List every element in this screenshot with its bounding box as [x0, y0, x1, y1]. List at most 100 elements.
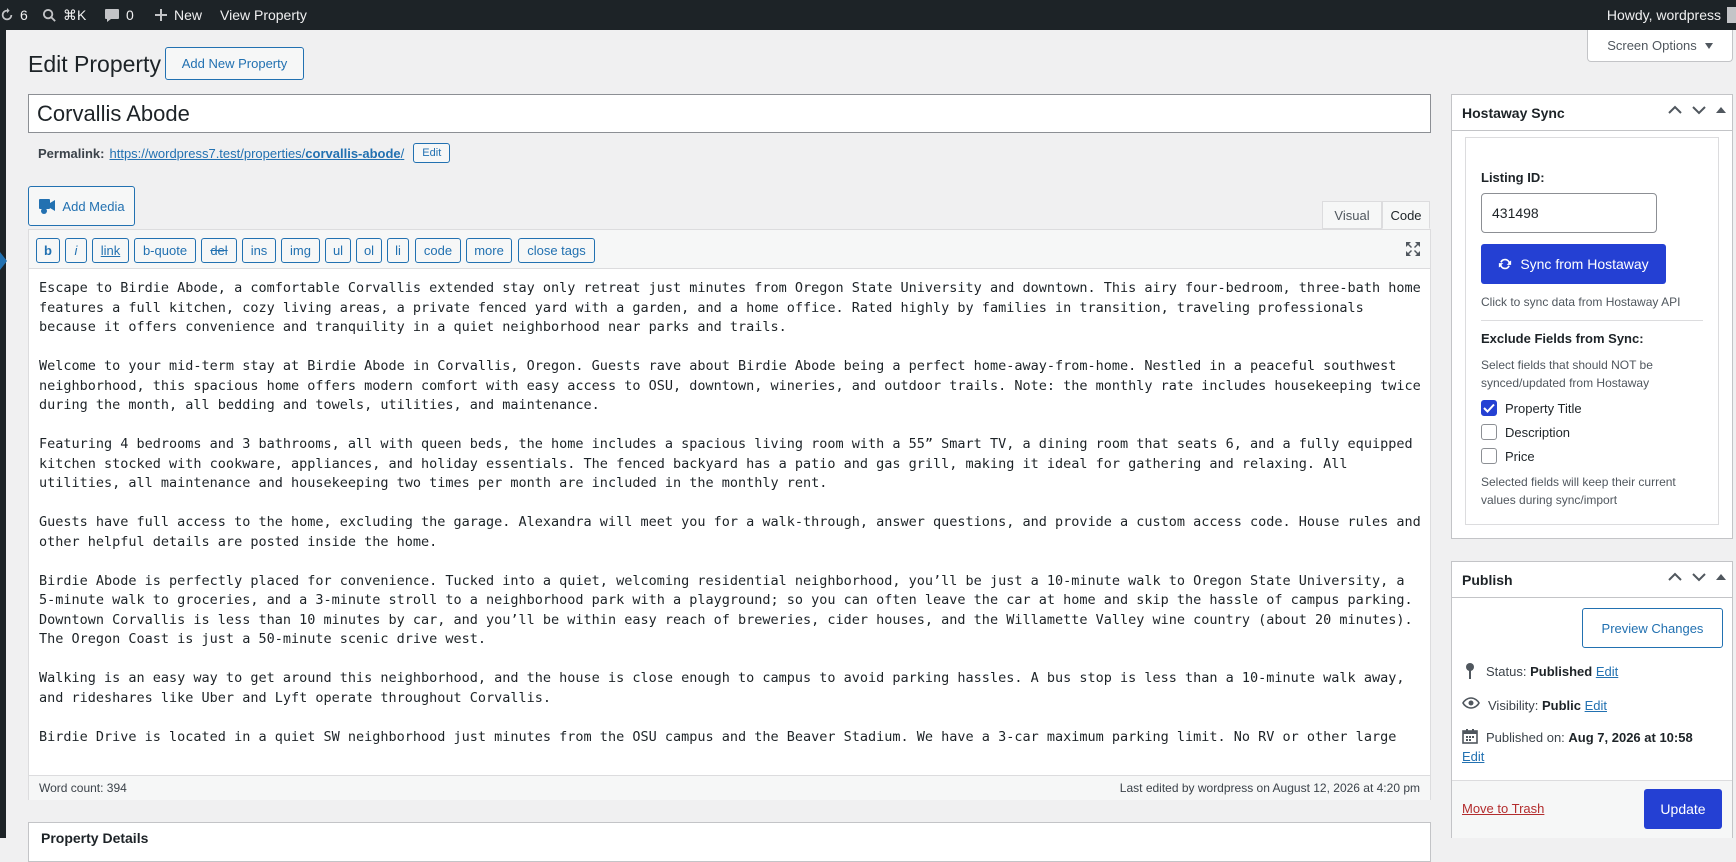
sync-button-label: Sync from Hostaway — [1520, 256, 1649, 272]
published-on-row: Published on: Aug 7, 2026 at 10:58 — [1462, 728, 1724, 747]
word-count: Word count: 394 — [39, 781, 127, 795]
content-paragraph: Escape to Birdie Abode, a comfortable Co… — [39, 280, 1421, 335]
permalink-label: Permalink: — [38, 145, 105, 161]
qt-ol-button[interactable]: ol — [356, 238, 382, 263]
toggle-panel-icon[interactable] — [1716, 573, 1726, 581]
sync-icon — [1499, 258, 1512, 270]
sync-footer-note: Selected fields will keep their current … — [1481, 475, 1676, 507]
published-label: Published on: — [1486, 730, 1565, 745]
listing-id-input[interactable]: 431498 — [1481, 193, 1657, 233]
my-account-item[interactable]: Howdy, wordpress — [1607, 0, 1736, 30]
move-down-icon[interactable] — [1692, 105, 1706, 115]
status-value: Published — [1530, 664, 1593, 679]
publish-box: Publish Preview Changes Status: Publishe… — [1451, 561, 1733, 838]
checkbox-unchecked[interactable] — [1481, 424, 1497, 440]
qt-close-tags-button[interactable]: close tags — [518, 238, 595, 263]
move-down-icon[interactable] — [1692, 572, 1706, 582]
toggle-panel-icon[interactable] — [1716, 106, 1726, 114]
content-paragraph: Guests have full access to the home, exc… — [39, 514, 1421, 550]
media-icon — [39, 199, 56, 214]
qt-blockquote-button[interactable]: b-quote — [134, 238, 196, 263]
qt-link-button[interactable]: link — [92, 238, 129, 263]
post-title-input[interactable]: Corvallis Abode — [28, 94, 1431, 133]
tab-code[interactable]: Code — [1382, 201, 1430, 229]
tab-visual[interactable]: Visual — [1322, 201, 1382, 229]
move-up-icon[interactable] — [1668, 105, 1682, 115]
howdy-text: Howdy, wordpress — [1606, 7, 1721, 23]
edit-date-link[interactable]: Edit — [1462, 749, 1484, 764]
checkbox-checked[interactable] — [1481, 400, 1497, 416]
content-paragraph: Birdie Abode is perfectly placed for con… — [39, 572, 1413, 648]
permalink-edit-button[interactable]: Edit — [413, 143, 451, 163]
updates-count: 6 — [20, 7, 28, 23]
update-button[interactable]: Update — [1644, 789, 1722, 829]
move-to-trash-link[interactable]: Move to Trash — [1462, 801, 1544, 816]
permalink-link[interactable]: https://wordpress7.test/properties/corva… — [109, 146, 404, 161]
last-edited: Last edited by wordpress on August 12, 2… — [1119, 781, 1420, 795]
caret-down-icon — [1704, 42, 1713, 49]
updates-icon — [1, 8, 13, 21]
property-details-title: Property Details — [41, 830, 149, 846]
exclude-price-checkbox[interactable]: Price — [1481, 448, 1535, 464]
qt-code-button[interactable]: code — [415, 238, 461, 263]
publish-actions: Move to Trash Update — [1452, 780, 1732, 838]
exclude-description-checkbox[interactable]: Description — [1481, 424, 1570, 440]
add-new-property-button[interactable]: Add New Property — [165, 47, 304, 80]
updates-item[interactable]: 6 — [0, 0, 28, 30]
published-value: Aug 7, 2026 at 10:58 — [1568, 730, 1693, 745]
content-textarea[interactable]: Escape to Birdie Abode, a comfortable Co… — [39, 279, 1424, 747]
qt-italic-button[interactable]: i — [65, 238, 87, 263]
page-title: Edit Property — [28, 51, 161, 77]
edit-visibility-link[interactable]: Edit — [1585, 698, 1607, 713]
property-details-box[interactable]: Property Details — [28, 822, 1431, 862]
preview-changes-button[interactable]: Preview Changes — [1582, 608, 1723, 648]
divider — [1481, 320, 1703, 321]
permalink-end: / — [400, 145, 405, 161]
qt-ul-button[interactable]: ul — [325, 238, 351, 263]
qt-img-button[interactable]: img — [281, 238, 320, 263]
sync-from-hostaway-button[interactable]: Sync from Hostaway — [1481, 244, 1666, 284]
qt-ins-button[interactable]: ins — [242, 238, 276, 263]
status-label: Status: — [1486, 664, 1527, 679]
calendar-icon — [1462, 729, 1478, 744]
command-palette-item[interactable]: ⌘K — [42, 0, 86, 30]
screen-options-button[interactable]: Screen Options — [1587, 30, 1733, 62]
box-handles — [1668, 105, 1726, 115]
new-content-item[interactable]: New — [154, 0, 202, 30]
search-shortcut: ⌘K — [63, 7, 87, 23]
edit-status-link[interactable]: Edit — [1596, 664, 1618, 679]
checkbox-label: Description — [1505, 424, 1571, 440]
new-label: New — [174, 7, 203, 23]
move-up-icon[interactable] — [1668, 572, 1682, 582]
editor-status-bar: Word count: 394 Last edited by wordpress… — [29, 775, 1430, 800]
qt-li-button[interactable]: li — [387, 238, 409, 263]
qt-more-button[interactable]: more — [466, 238, 512, 263]
exclude-help-text: Select fields that should NOT be synced/… — [1481, 358, 1653, 390]
visibility-label: Visibility: — [1488, 698, 1539, 713]
screen-options-label: Screen Options — [1607, 38, 1697, 53]
admin-bar: 6 ⌘K 0 New View Property Howdy, wordpres… — [0, 0, 1736, 30]
content-paragraph: Birdie Drive is located in a quiet SW ne… — [39, 728, 1397, 745]
view-property-link[interactable]: View Property — [220, 0, 307, 30]
content-paragraph: Walking is an easy way to get around thi… — [39, 670, 1405, 706]
hostaway-sync-box: Hostaway Sync Listing ID: 431498 Sync fr… — [1451, 94, 1733, 539]
listing-id-label: Listing ID: — [1481, 170, 1545, 185]
view-property-label: View Property — [220, 7, 307, 23]
search-icon — [42, 8, 56, 22]
qt-del-button[interactable]: del — [201, 238, 237, 263]
qt-bold-button[interactable]: b — [36, 238, 60, 263]
hostaway-box-header: Hostaway Sync — [1452, 95, 1732, 131]
checkbox-unchecked[interactable] — [1481, 448, 1497, 464]
editor: b i link b-quote del ins img ul ol li co… — [28, 229, 1431, 800]
checkbox-label: Property Title — [1505, 400, 1582, 416]
visibility-row: Visibility: Public Edit — [1462, 696, 1607, 715]
fullscreen-icon[interactable] — [1404, 240, 1422, 258]
exclude-property-title-checkbox[interactable]: Property Title — [1481, 400, 1582, 416]
add-media-label: Add Media — [62, 198, 125, 214]
add-media-button[interactable]: Add Media — [28, 186, 135, 226]
quicktags-toolbar: b i link b-quote del ins img ul ol li co… — [29, 230, 1430, 269]
box-handles — [1668, 572, 1726, 582]
pin-icon — [1466, 663, 1474, 679]
sync-help-text: Click to sync data from Hostaway API — [1481, 295, 1681, 309]
comments-item[interactable]: 0 — [104, 0, 134, 30]
